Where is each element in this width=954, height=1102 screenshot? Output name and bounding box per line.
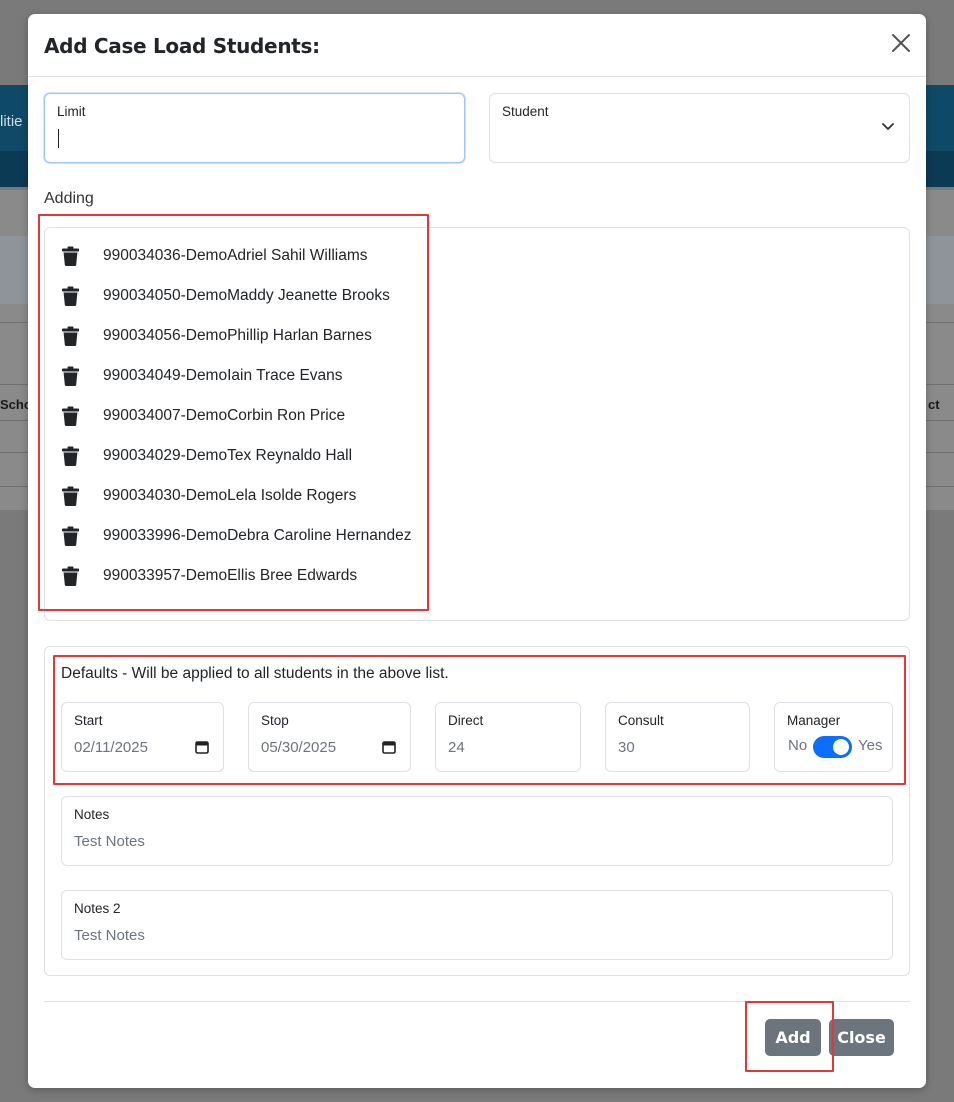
trash-icon[interactable] xyxy=(62,486,79,506)
student-name: 990033996-DemoDebra Caroline Hernandez xyxy=(103,527,412,544)
student-label: Student xyxy=(502,104,549,119)
add-case-load-modal: Add Case Load Students: Limit Student Ad… xyxy=(28,14,926,1088)
list-item: 990034056-DemoPhillip Harlan Barnes xyxy=(45,322,445,352)
consult-value: 30 xyxy=(618,739,635,756)
trash-icon[interactable] xyxy=(62,566,79,586)
background-column-header: ct xyxy=(928,397,940,412)
trash-icon[interactable] xyxy=(62,326,79,346)
footer-divider xyxy=(44,1001,910,1002)
start-label: Start xyxy=(74,713,103,728)
manager-field: Manager No Yes xyxy=(774,702,893,772)
defaults-description: Defaults - Will be applied to all studen… xyxy=(61,665,449,682)
stop-value: 05/30/2025 xyxy=(261,739,337,756)
list-item: 990034030-DemoLela Isolde Rogers xyxy=(45,482,445,512)
limit-label: Limit xyxy=(57,104,86,119)
manager-no-label: No xyxy=(788,737,808,754)
consult-input[interactable]: Consult 30 xyxy=(605,702,750,772)
student-name: 990034030-DemoLela Isolde Rogers xyxy=(103,487,357,504)
manager-toggle-group: No Yes xyxy=(787,735,897,759)
list-item: 990034049-DemoIain Trace Evans xyxy=(45,362,445,392)
trash-icon[interactable] xyxy=(62,366,79,386)
notes-input[interactable]: Notes Test Notes xyxy=(61,796,893,866)
direct-input[interactable]: Direct 24 xyxy=(435,702,581,772)
add-button[interactable]: Add xyxy=(765,1019,821,1056)
student-name: 990034056-DemoPhillip Harlan Barnes xyxy=(103,327,372,344)
limit-input[interactable]: Limit xyxy=(44,93,465,163)
student-name: 990034049-DemoIain Trace Evans xyxy=(103,367,343,384)
list-item: 990034050-DemoMaddy Jeanette Brooks xyxy=(45,282,445,312)
student-name: 990034029-DemoTex Reynaldo Hall xyxy=(103,447,353,464)
close-icon[interactable] xyxy=(890,32,912,54)
list-item: 990033996-DemoDebra Caroline Hernandez xyxy=(45,522,445,552)
start-value: 02/11/2025 xyxy=(74,739,148,756)
student-name: 990034050-DemoMaddy Jeanette Brooks xyxy=(103,287,390,304)
notes2-label: Notes 2 xyxy=(74,901,121,916)
list-item: 990034007-DemoCorbin Ron Price xyxy=(45,402,445,432)
stop-label: Stop xyxy=(261,713,289,728)
adding-list: 990034036-DemoAdriel Sahil Williams 99003… xyxy=(44,227,910,621)
list-item: 990033957-DemoEllis Bree Edwards xyxy=(45,562,445,592)
toggle-knob xyxy=(833,739,849,755)
trash-icon[interactable] xyxy=(62,526,79,546)
student-select[interactable]: Student xyxy=(489,93,910,163)
student-name: 990034036-DemoAdriel Sahil Williams xyxy=(103,247,368,264)
background-nav-text: litie xyxy=(0,113,23,130)
trash-icon[interactable] xyxy=(62,406,79,426)
trash-icon[interactable] xyxy=(62,286,79,306)
manager-toggle[interactable] xyxy=(813,736,852,758)
adding-label: Adding xyxy=(44,190,94,207)
list-item: 990034036-DemoAdriel Sahil Williams xyxy=(45,242,445,272)
start-date-input[interactable]: Start 02/11/2025 xyxy=(61,702,224,772)
stop-date-input[interactable]: Stop 05/30/2025 xyxy=(248,702,411,772)
modal-header: Add Case Load Students: xyxy=(28,14,926,77)
manager-yes-label: Yes xyxy=(858,737,883,754)
manager-label: Manager xyxy=(787,713,841,728)
list-item: 990034029-DemoTex Reynaldo Hall xyxy=(45,442,445,472)
calendar-icon[interactable] xyxy=(382,740,396,754)
notes-value: Test Notes xyxy=(74,833,145,850)
consult-label: Consult xyxy=(618,713,664,728)
close-button[interactable]: Close xyxy=(829,1019,894,1056)
modal-title: Add Case Load Students: xyxy=(44,34,320,58)
notes2-input[interactable]: Notes 2 Test Notes xyxy=(61,890,893,960)
trash-icon[interactable] xyxy=(62,446,79,466)
student-name: 990034007-DemoCorbin Ron Price xyxy=(103,407,346,424)
notes-label: Notes xyxy=(74,807,110,822)
text-caret xyxy=(58,129,59,148)
chevron-down-icon[interactable] xyxy=(881,122,895,132)
calendar-icon[interactable] xyxy=(195,740,209,754)
trash-icon[interactable] xyxy=(62,246,79,266)
direct-value: 24 xyxy=(448,739,465,756)
direct-label: Direct xyxy=(448,713,484,728)
notes2-value: Test Notes xyxy=(74,927,145,944)
student-name: 990033957-DemoEllis Bree Edwards xyxy=(103,567,358,584)
